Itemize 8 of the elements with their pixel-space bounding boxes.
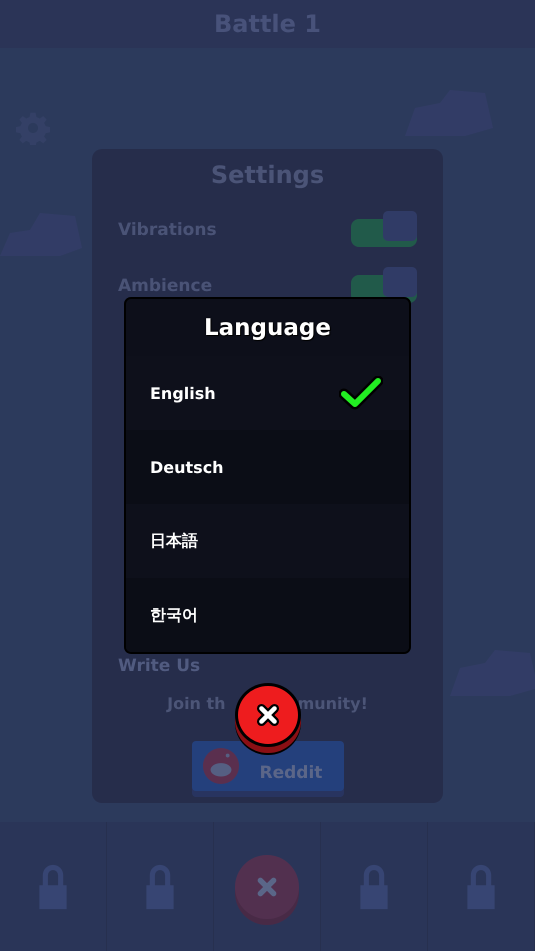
language-option[interactable]: Deutsch <box>126 430 409 504</box>
toggle-switch[interactable] <box>351 211 417 247</box>
dialog-title: Language <box>203 314 332 342</box>
alien-icon <box>202 747 240 785</box>
close-icon <box>255 702 281 728</box>
checkmark-icon <box>339 376 383 410</box>
close-icon <box>256 876 278 898</box>
language-option[interactable]: 한국어 <box>126 578 409 652</box>
